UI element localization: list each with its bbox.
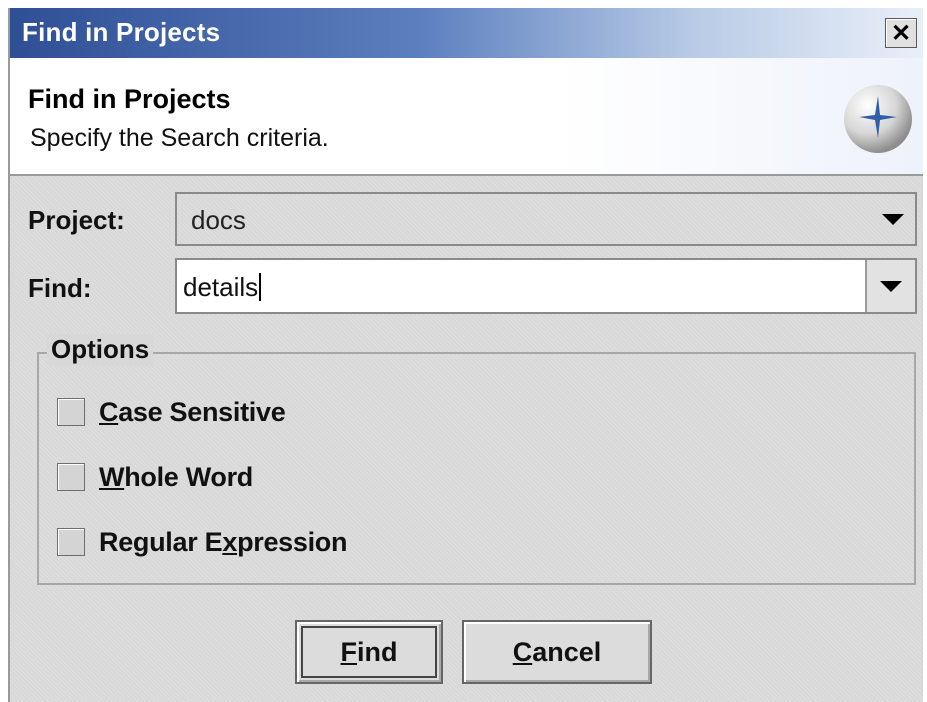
find-in-projects-dialog: Find in Projects ✕ Find in Projects Spec… bbox=[8, 8, 923, 702]
case-sensitive-checkbox[interactable] bbox=[57, 398, 85, 426]
regular-expression-checkbox[interactable] bbox=[57, 528, 85, 556]
window-title: Find in Projects bbox=[22, 17, 221, 47]
whole-word-checkbox[interactable] bbox=[57, 463, 85, 491]
options-legend: Options bbox=[47, 334, 154, 365]
options-group: Options Case Sensitive Whole Word Regula… bbox=[37, 334, 916, 585]
whole-word-label: Whole Word bbox=[99, 461, 253, 492]
whole-word-checkbox-row[interactable]: Whole Word bbox=[57, 459, 253, 495]
regular-expression-label: Regular Expression bbox=[99, 526, 348, 557]
find-button[interactable]: Find bbox=[295, 620, 443, 684]
find-input-text: details bbox=[183, 272, 262, 303]
case-sensitive-checkbox-row[interactable]: Case Sensitive bbox=[57, 394, 286, 430]
header-subtitle: Specify the Search criteria. bbox=[30, 124, 329, 152]
chevron-down-icon bbox=[882, 213, 904, 225]
find-history-dropdown-button[interactable] bbox=[865, 260, 915, 312]
find-button-label: Find bbox=[340, 636, 398, 667]
close-button[interactable]: ✕ bbox=[885, 18, 917, 48]
chevron-down-icon bbox=[880, 280, 902, 292]
case-sensitive-label: Case Sensitive bbox=[99, 396, 286, 427]
header-panel: Find in Projects Specify the Search crit… bbox=[10, 58, 923, 176]
netbeans-logo-icon bbox=[844, 85, 912, 153]
cancel-button-label: Cancel bbox=[512, 636, 602, 667]
project-dropdown[interactable]: docs bbox=[175, 192, 917, 246]
project-selected-value: docs bbox=[191, 205, 246, 235]
project-dropdown-arrow[interactable] bbox=[871, 194, 915, 244]
find-input[interactable]: details bbox=[175, 258, 917, 314]
header-title: Find in Projects bbox=[28, 84, 231, 114]
regular-expression-checkbox-row[interactable]: Regular Expression bbox=[57, 524, 348, 560]
cancel-button[interactable]: Cancel bbox=[462, 620, 652, 684]
text-caret bbox=[259, 273, 262, 301]
project-label: Project: bbox=[28, 205, 125, 235]
title-bar[interactable]: Find in Projects ✕ bbox=[10, 8, 923, 58]
find-label: Find: bbox=[28, 273, 92, 303]
close-icon: ✕ bbox=[890, 19, 912, 47]
